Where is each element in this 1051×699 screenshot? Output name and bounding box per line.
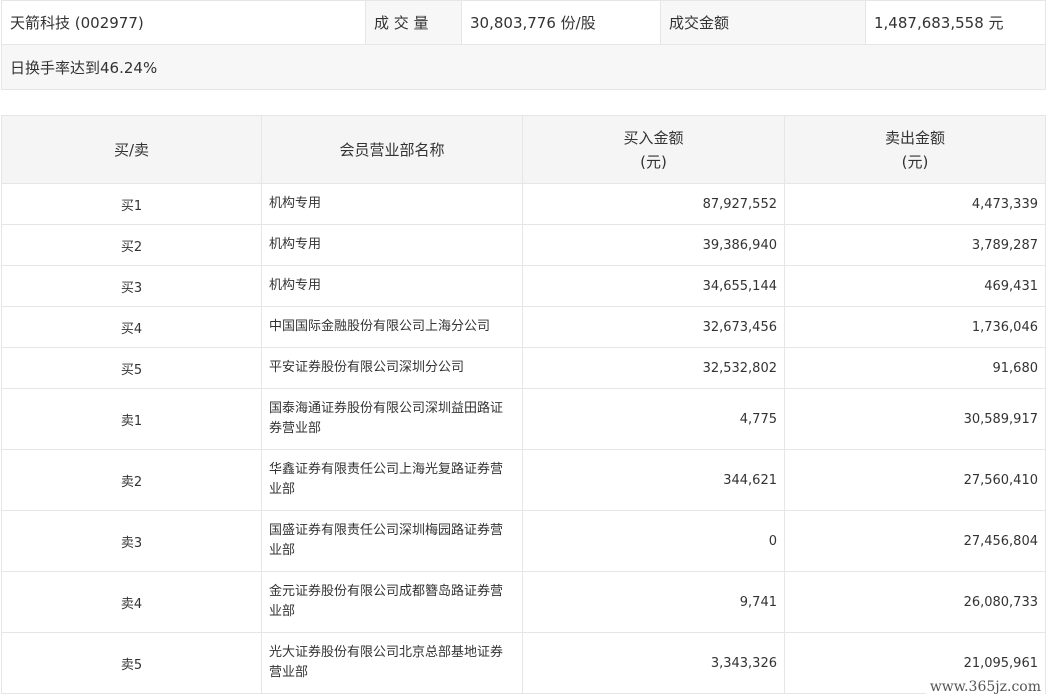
sell-amount-cell: 4,473,339 xyxy=(784,183,1046,225)
side-cell: 买4 xyxy=(1,306,262,348)
header-row: 买/卖 会员营业部名称 买入金额 (元) 卖出金额 (元) xyxy=(1,115,1046,184)
sell-amount-cell: 27,456,804 xyxy=(784,510,1046,572)
sell-amount-cell: 27,560,410 xyxy=(784,449,1046,511)
buy-amount-cell: 34,655,144 xyxy=(522,265,785,307)
buy-amount-cell: 3,343,326 xyxy=(522,632,785,694)
stock-name: 天箭科技 (002977) xyxy=(1,0,366,45)
turnover-rate: 日换手率达到46.24% xyxy=(1,44,1046,90)
table-row: 买1 机构专用 87,927,552 4,473,339 xyxy=(1,183,1046,225)
sell-amount-cell: 30,589,917 xyxy=(784,388,1046,450)
table-row: 卖3 国盛证券有限责任公司深圳梅园路证券营业部 0 27,456,804 xyxy=(1,510,1046,572)
buy-amount-cell: 32,673,456 xyxy=(522,306,785,348)
side-cell: 卖5 xyxy=(1,632,262,694)
header-buy-amount: 买入金额 (元) xyxy=(522,115,785,184)
header-sell-amount: 卖出金额 (元) xyxy=(784,115,1046,184)
side-cell: 买2 xyxy=(1,224,262,266)
buy-amount-cell: 32,532,802 xyxy=(522,347,785,389)
side-cell: 卖4 xyxy=(1,571,262,633)
member-cell: 华鑫证券有限责任公司上海光复路证券营业部 xyxy=(261,449,523,511)
header-buy-unit: (元) xyxy=(640,152,667,171)
member-cell: 国泰海通证券股份有限公司深圳益田路证券营业部 xyxy=(261,388,523,450)
stock-summary-table: 天箭科技 (002977) 成 交 量 30,803,776 份/股 成交金额 … xyxy=(1,0,1046,90)
sell-amount-cell: 91,680 xyxy=(784,347,1046,389)
table-row: 买2 机构专用 39,386,940 3,789,287 xyxy=(1,224,1046,266)
table-row: 卖1 国泰海通证券股份有限公司深圳益田路证券营业部 4,775 30,589,9… xyxy=(1,388,1046,450)
table-row: 买4 中国国际金融股份有限公司上海分公司 32,673,456 1,736,04… xyxy=(1,306,1046,348)
trading-seats-table: 买/卖 会员营业部名称 买入金额 (元) 卖出金额 (元) 买1 机构专用 87,9… xyxy=(1,115,1046,694)
header-sell-unit: (元) xyxy=(901,152,929,171)
table-row: 买3 机构专用 34,655,144 469,431 xyxy=(1,265,1046,307)
buy-amount-cell: 87,927,552 xyxy=(522,183,785,225)
buy-amount-cell: 0 xyxy=(522,510,785,572)
buy-amount-cell: 344,621 xyxy=(522,449,785,511)
member-cell: 机构专用 xyxy=(261,224,523,266)
volume-label: 成 交 量 xyxy=(365,0,462,45)
side-cell: 卖2 xyxy=(1,449,262,511)
summary-row: 天箭科技 (002977) 成 交 量 30,803,776 份/股 成交金额 … xyxy=(1,0,1046,45)
table-row: 卖5 光大证券股份有限公司北京总部基地证券营业部 3,343,326 21,09… xyxy=(1,632,1046,694)
buy-amount-cell: 9,741 xyxy=(522,571,785,633)
member-cell: 平安证券股份有限公司深圳分公司 xyxy=(261,347,523,389)
table-row: 卖2 华鑫证券有限责任公司上海光复路证券营业部 344,621 27,560,4… xyxy=(1,449,1046,511)
table-row: 买5 平安证券股份有限公司深圳分公司 32,532,802 91,680 xyxy=(1,347,1046,389)
turnover-row: 日换手率达到46.24% xyxy=(1,44,1046,90)
buy-amount-cell: 4,775 xyxy=(522,388,785,450)
header-buy-label: 买入金额 xyxy=(623,128,684,147)
side-cell: 买3 xyxy=(1,265,262,307)
member-cell: 光大证券股份有限公司北京总部基地证券营业部 xyxy=(261,632,523,694)
member-cell: 国盛证券有限责任公司深圳梅园路证券营业部 xyxy=(261,510,523,572)
sell-amount-cell: 469,431 xyxy=(784,265,1046,307)
buy-amount-cell: 39,386,940 xyxy=(522,224,785,266)
amount-label: 成交金额 xyxy=(660,0,866,45)
member-cell: 中国国际金融股份有限公司上海分公司 xyxy=(261,306,523,348)
side-cell: 买1 xyxy=(1,183,262,225)
sell-amount-cell: 26,080,733 xyxy=(784,571,1046,633)
side-cell: 卖1 xyxy=(1,388,262,450)
sell-amount-cell: 3,789,287 xyxy=(784,224,1046,266)
header-sell-label: 卖出金额 xyxy=(884,128,945,147)
header-side: 买/卖 xyxy=(1,115,262,184)
member-cell: 金元证券股份有限公司成都簪岛路证券营业部 xyxy=(261,571,523,633)
member-cell: 机构专用 xyxy=(261,265,523,307)
side-cell: 买5 xyxy=(1,347,262,389)
site-watermark: www.365jz.com xyxy=(925,678,1045,696)
sell-amount-cell: 1,736,046 xyxy=(784,306,1046,348)
table-row: 卖4 金元证券股份有限公司成都簪岛路证券营业部 9,741 26,080,733 xyxy=(1,571,1046,633)
header-member: 会员营业部名称 xyxy=(261,115,523,184)
member-cell: 机构专用 xyxy=(261,183,523,225)
amount-value: 1,487,683,558 元 xyxy=(865,0,1046,45)
side-cell: 卖3 xyxy=(1,510,262,572)
volume-value: 30,803,776 份/股 xyxy=(461,0,661,45)
